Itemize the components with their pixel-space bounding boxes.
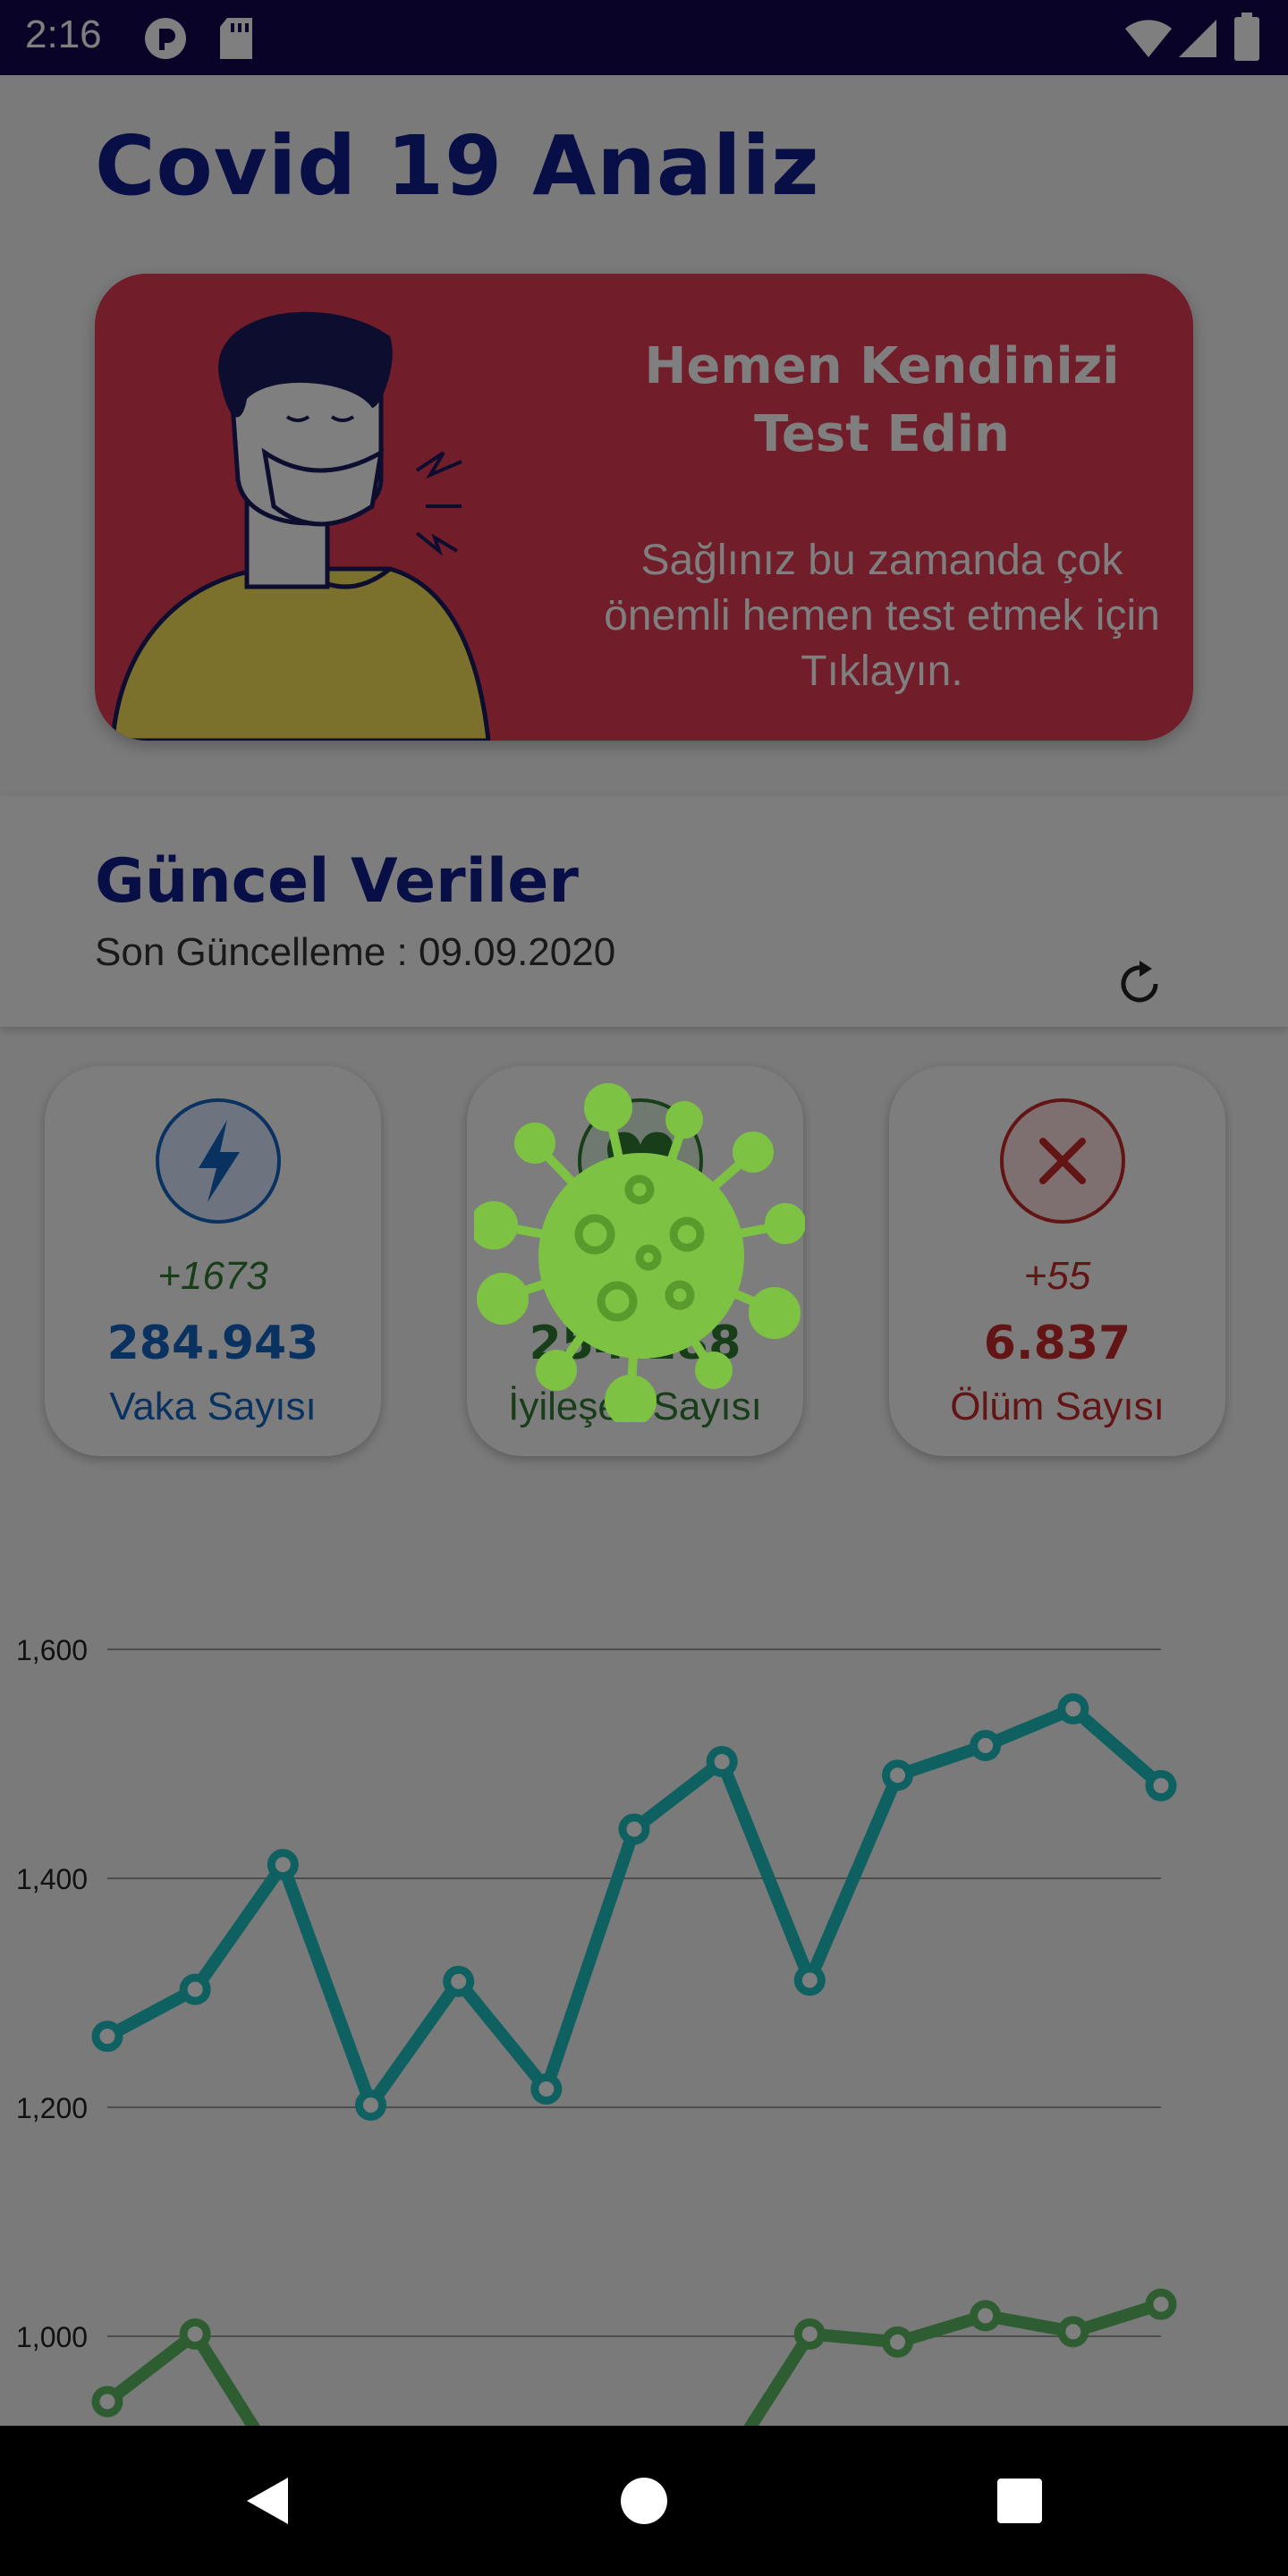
masked-man-illustration <box>110 311 491 741</box>
data-point <box>882 2326 913 2358</box>
data-point <box>1145 1769 1177 1801</box>
notification-icon <box>145 18 186 59</box>
data-point <box>91 2021 123 2053</box>
data-point <box>443 1965 475 1997</box>
refresh-icon[interactable] <box>1113 957 1166 1011</box>
y-tick-label: 1,600 <box>16 1634 88 1666</box>
data-point <box>179 1973 211 2005</box>
virus-icon <box>474 1083 805 1422</box>
app-title: Covid 19 Analiz <box>95 118 820 214</box>
signal-icon <box>1179 20 1216 57</box>
data-point <box>970 2300 1002 2332</box>
status-time: 2:16 <box>25 13 102 56</box>
wifi-icon <box>1125 20 1172 57</box>
data-point <box>1057 1693 1089 1725</box>
deaths-label: Ölüm Sayısı <box>950 1385 1165 1428</box>
cases-delta: +1673 <box>157 1254 268 1298</box>
cases-label: Vaka Sayısı <box>109 1385 317 1428</box>
series-line-1 <box>103 2298 1164 2426</box>
deaths-delta: +55 <box>1023 1254 1091 1298</box>
data-point <box>1057 2316 1089 2348</box>
y-tick-label: 1,000 <box>16 2321 88 2353</box>
back-icon[interactable] <box>240 2472 297 2529</box>
current-data-card: Güncel Veriler Son Güncelleme : 09.09.20… <box>0 796 1288 1027</box>
close-icon <box>1000 1098 1125 1224</box>
sd-card-icon <box>220 18 252 59</box>
data-point <box>618 1813 650 1845</box>
current-data-title: Güncel Veriler <box>95 846 579 917</box>
deaths-card[interactable]: +55 6.837 Ölüm Sayısı <box>889 1066 1225 1456</box>
system-nav-bar <box>0 2426 1288 2576</box>
data-point <box>882 1759 913 1792</box>
test-banner[interactable]: Hemen Kendinizi Test Edin Sağlınız bu za… <box>95 274 1193 741</box>
recents-icon[interactable] <box>991 2472 1048 2529</box>
data-point <box>91 2385 123 2418</box>
banner-description: Sağlınız bu zamanda çok önemli hemen tes… <box>604 537 1160 695</box>
data-point <box>793 1964 826 1996</box>
data-point <box>530 2073 563 2106</box>
last-updated-text: Son Güncelleme : 09.09.2020 <box>95 930 616 974</box>
data-point <box>970 1730 1002 1762</box>
data-point <box>355 2089 386 2121</box>
daily-line-chart: 1,600 1,400 1,200 1,000 <box>16 1634 1177 2426</box>
home-icon[interactable] <box>615 2472 673 2529</box>
lightning-icon <box>156 1098 281 1224</box>
y-tick-label: 1,200 <box>16 2092 88 2124</box>
banner-title: Hemen Kendinizi Test Edin <box>644 337 1120 463</box>
data-point <box>267 1849 299 1881</box>
data-point <box>706 1745 738 1777</box>
data-point <box>179 2318 211 2350</box>
cases-value: 284.943 <box>106 1317 319 1370</box>
series-line-0 <box>104 1702 1165 2112</box>
status-bar: 2:16 <box>0 0 1288 75</box>
data-point <box>1145 2288 1177 2320</box>
cases-card[interactable]: +1673 284.943 Vaka Sayısı <box>45 1066 381 1456</box>
y-tick-label: 1,400 <box>16 1863 88 1895</box>
deaths-value: 6.837 <box>983 1317 1131 1370</box>
data-point <box>793 2318 826 2350</box>
battery-icon <box>1234 13 1259 61</box>
